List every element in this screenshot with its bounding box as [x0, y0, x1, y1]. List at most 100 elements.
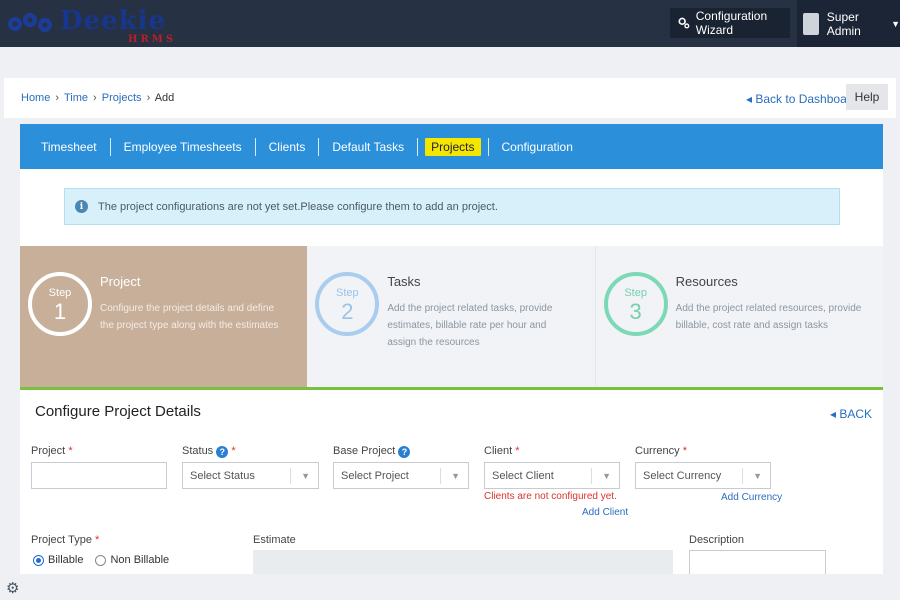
logo-subtitle: HRMS — [128, 34, 177, 45]
tab-divider — [487, 137, 489, 156]
tab-divider — [417, 137, 419, 156]
required-mark: * — [68, 445, 73, 457]
project-label: Project * — [31, 445, 73, 457]
cogs-icon — [678, 17, 690, 29]
chevron-down-icon: ▼ — [891, 18, 900, 29]
step-tasks[interactable]: Step 2 Tasks Add the project related tas… — [307, 246, 596, 387]
select-divider — [742, 468, 743, 484]
project-type-label: Project Type * — [31, 534, 99, 546]
chevron-down-icon: ▼ — [451, 471, 460, 481]
base-project-select-value: Select Project — [341, 469, 409, 482]
required-mark: * — [95, 534, 100, 546]
chevron-down-icon: ▼ — [602, 471, 611, 481]
base-project-label-text: Base Project — [333, 445, 396, 457]
wizard-steps: Step 1 Project Configure the project det… — [20, 246, 883, 390]
description-label: Description — [689, 534, 745, 546]
help-icon[interactable]: ? — [216, 446, 229, 458]
status-label-text: Status — [182, 445, 214, 457]
help-button[interactable]: Help — [846, 84, 888, 110]
step-project[interactable]: Step 1 Project Configure the project det… — [20, 246, 308, 387]
breadcrumb-time[interactable]: Time — [64, 92, 88, 104]
tab-employee-timesheets[interactable]: Employee Timesheets — [118, 138, 248, 156]
chevron-down-icon: ▼ — [753, 471, 762, 481]
currency-select[interactable]: Select Currency ▼ — [635, 462, 771, 489]
non-billable-label: Non Billable — [110, 554, 170, 566]
breadcrumb: Home › Time › Projects › Add — [21, 92, 174, 104]
currency-label: Currency * — [635, 445, 687, 457]
step-resources[interactable]: Step 3 Resources Add the project related… — [595, 246, 883, 387]
step-number: 3 — [629, 299, 642, 324]
breadcrumb-separator: › — [146, 92, 151, 104]
configuration-wizard-button[interactable]: Configuration Wizard — [670, 8, 790, 38]
step-label: Step — [336, 287, 359, 299]
status-label: Status ? * — [182, 445, 236, 458]
step-description: Configure the project details and define… — [100, 303, 279, 331]
info-alert: i The project configurations are not yet… — [64, 188, 840, 225]
step-title: Tasks — [387, 274, 421, 289]
step-label: Step — [624, 287, 647, 299]
step-number: 2 — [341, 299, 354, 324]
client-error-text: Clients are not configured yet. — [484, 491, 617, 502]
top-header: Deekie HRMS Configuration Wizard Super A… — [0, 0, 900, 47]
back-link[interactable]: ◂ BACK — [830, 407, 872, 421]
configuration-wizard-label: Configuration Wizard — [695, 9, 768, 37]
info-icon: i — [75, 200, 88, 213]
step-description: Add the project related tasks, provide e… — [387, 303, 553, 348]
base-project-select[interactable]: Select Project ▼ — [333, 462, 469, 489]
currency-select-value: Select Currency — [643, 469, 722, 482]
client-select[interactable]: Select Client ▼ — [484, 462, 620, 489]
tab-projects[interactable]: Projects — [425, 137, 481, 156]
company-logo[interactable]: Deekie HRMS — [6, 4, 196, 45]
footer-bar: ⚙ — [0, 575, 900, 600]
tab-timesheet[interactable]: Timesheet — [35, 138, 103, 156]
currency-label-text: Currency — [635, 445, 680, 457]
project-input[interactable] — [31, 462, 167, 489]
tab-configuration[interactable]: Configuration — [496, 138, 579, 156]
project-label-text: Project — [31, 445, 66, 457]
client-label: Client * — [484, 445, 519, 457]
back-to-dashboard-link[interactable]: ◂ Back to Dashboard — [746, 92, 857, 106]
client-select-value: Select Client — [492, 469, 554, 482]
estimate-label: Estimate — [253, 534, 296, 546]
breadcrumb-bar: Home › Time › Projects › Add ◂ Back to D… — [4, 78, 896, 118]
breadcrumb-current: Add — [154, 92, 175, 104]
project-type-radios: Billable Non Billable — [33, 554, 169, 566]
billable-radio[interactable] — [33, 554, 44, 566]
required-mark: * — [231, 445, 236, 457]
gear-icon[interactable]: ⚙ — [6, 579, 19, 597]
estimate-field[interactable] — [253, 550, 673, 574]
user-menu[interactable]: Super Admin ▼ — [797, 0, 900, 47]
base-project-label: Base Project ? — [333, 445, 411, 458]
alert-text: The project configurations are not yet s… — [98, 200, 498, 213]
select-divider — [440, 468, 441, 484]
step-title: Resources — [675, 274, 738, 289]
billable-label: Billable — [48, 554, 84, 566]
help-icon[interactable]: ? — [398, 446, 411, 458]
required-mark: * — [682, 445, 687, 457]
logo-gears-icon — [8, 13, 52, 32]
avatar — [803, 12, 819, 35]
non-billable-radio[interactable] — [95, 554, 107, 566]
time-tabs: Timesheet Employee Timesheets Clients De… — [20, 124, 883, 169]
select-divider — [591, 468, 592, 484]
description-textarea[interactable] — [689, 550, 826, 574]
breadcrumb-home[interactable]: Home — [21, 92, 50, 104]
tab-clients[interactable]: Clients — [263, 138, 312, 156]
step-number: 1 — [53, 299, 67, 324]
user-name: Super Admin — [826, 9, 861, 38]
step-circle: Step 3 — [603, 272, 668, 336]
status-select[interactable]: Select Status ▼ — [182, 462, 319, 489]
tab-divider — [318, 137, 320, 156]
breadcrumb-projects[interactable]: Projects — [102, 92, 142, 104]
add-client-link[interactable]: Add Client — [582, 507, 628, 518]
tab-default-tasks[interactable]: Default Tasks — [326, 138, 410, 156]
project-type-label-text: Project Type — [31, 534, 92, 546]
tab-divider — [109, 137, 111, 156]
add-currency-link[interactable]: Add Currency — [721, 492, 782, 503]
select-divider — [290, 468, 291, 484]
breadcrumb-separator: › — [55, 92, 60, 104]
section-title: Configure Project Details — [35, 403, 201, 420]
step-circle: Step 1 — [28, 272, 92, 336]
breadcrumb-separator: › — [93, 92, 97, 104]
status-select-value: Select Status — [190, 469, 255, 482]
